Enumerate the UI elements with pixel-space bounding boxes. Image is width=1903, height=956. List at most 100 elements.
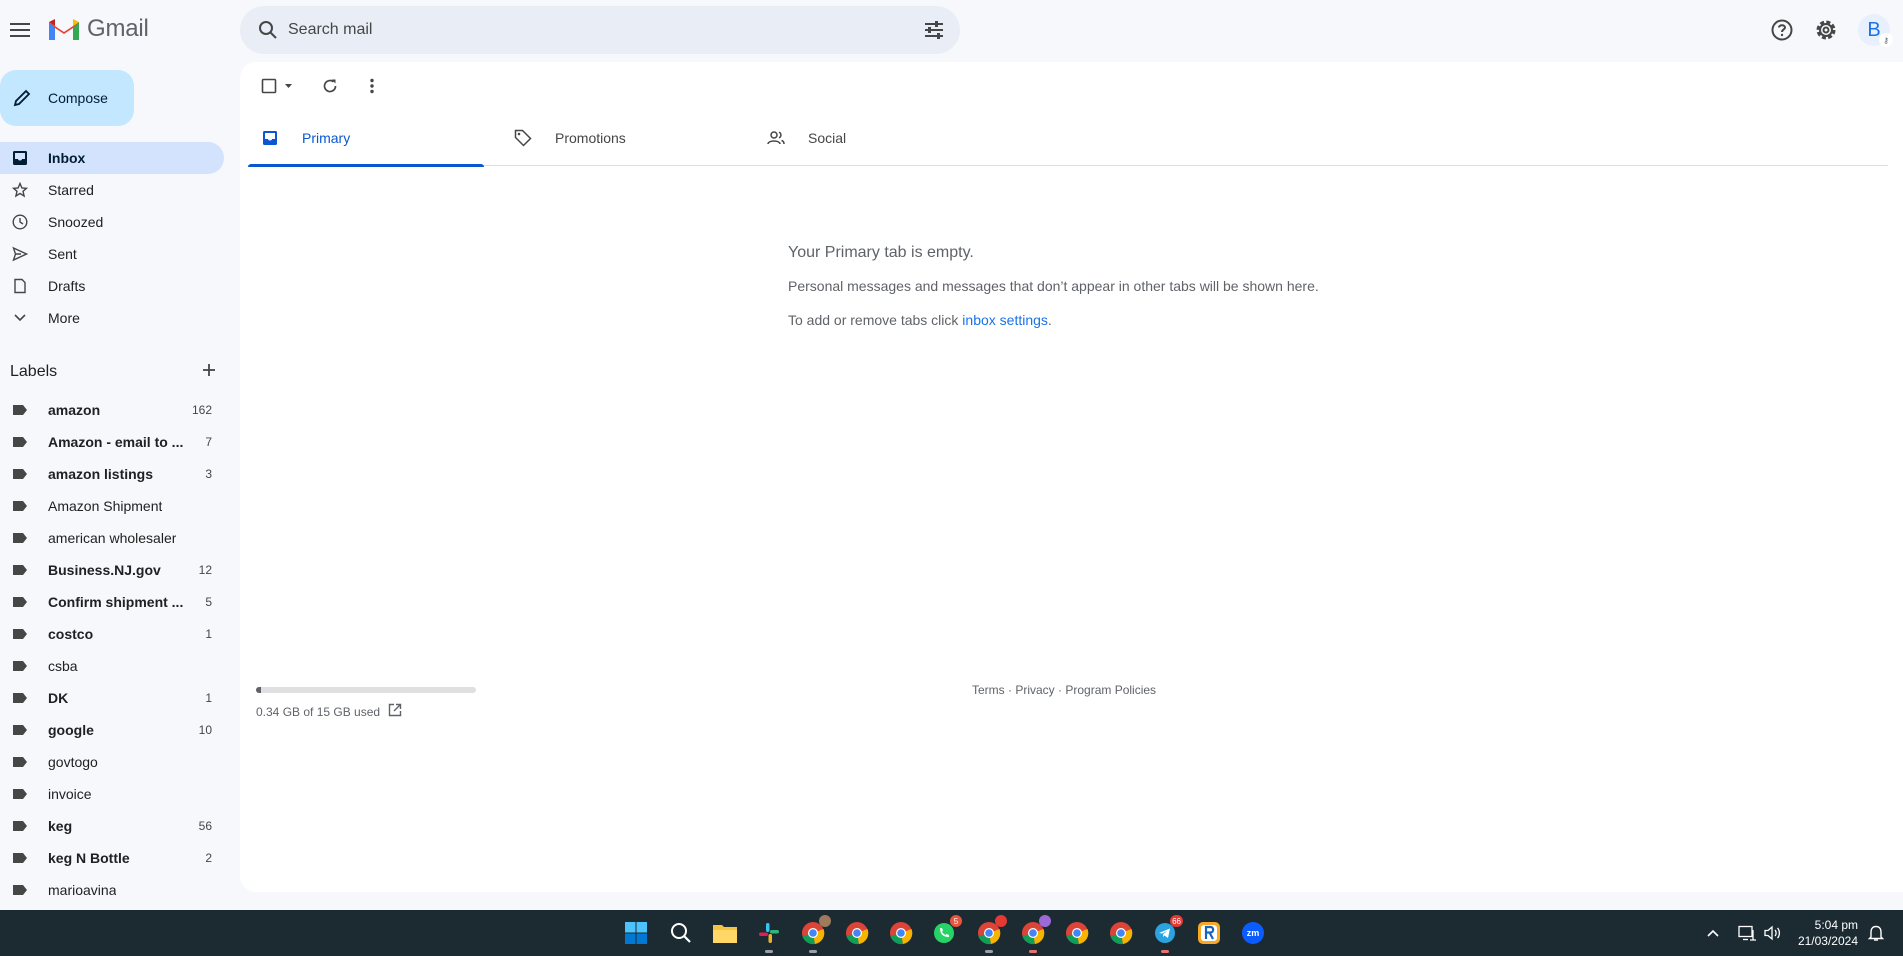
network-icon[interactable]	[1738, 910, 1756, 956]
clock-date: 21/03/2024	[1797, 934, 1858, 948]
nav-item-inbox[interactable]: Inbox	[0, 142, 224, 174]
nav-item-starred[interactable]: Starred	[0, 174, 224, 206]
label-item[interactable]: keg N Bottle 2	[0, 842, 224, 874]
label-item[interactable]: Confirm shipment ... 5	[0, 586, 224, 618]
chrome-icon[interactable]	[1019, 915, 1051, 953]
label-item[interactable]: Amazon - email to ... 7	[0, 426, 224, 458]
inbox-settings-link[interactable]: inbox settings	[962, 312, 1048, 328]
windows-start-icon[interactable]	[622, 919, 650, 947]
label-count: 10	[198, 723, 212, 737]
add-label-plus-icon[interactable]	[202, 363, 216, 382]
label-tag-icon	[10, 596, 30, 608]
label-item[interactable]: costco 1	[0, 618, 224, 650]
main-menu-button[interactable]	[6, 10, 34, 50]
nav-label: Sent	[48, 246, 77, 262]
label-item[interactable]: Amazon Shipment	[0, 490, 224, 522]
whatsapp-icon[interactable]: 5	[930, 915, 962, 947]
taskbar-search-icon[interactable]	[667, 919, 695, 947]
label-tag-icon	[10, 820, 30, 832]
tab-promotions[interactable]: Promotions	[501, 110, 737, 166]
label-name: Amazon - email to ...	[48, 434, 184, 450]
empty-heading: Your Primary tab is empty.	[788, 244, 974, 261]
label-item[interactable]: Business.NJ.gov 12	[0, 554, 224, 586]
search-options-icon[interactable]	[922, 18, 946, 42]
mail-toolbar	[240, 62, 1903, 110]
star-icon	[10, 182, 30, 198]
more-options-icon[interactable]	[358, 72, 386, 100]
chrome-icon[interactable]	[1063, 919, 1091, 947]
label-tag-icon	[10, 852, 30, 864]
profile-badge	[1039, 915, 1051, 927]
top-bar: Gmail B ⚷	[0, 0, 1903, 60]
label-count: 7	[205, 435, 212, 449]
label-count: 12	[198, 563, 212, 577]
tab-label: Social	[808, 130, 847, 146]
nav-label: Starred	[48, 182, 94, 198]
show-hidden-icons-chevron-icon[interactable]	[1706, 910, 1720, 956]
terms-link[interactable]: Terms	[972, 683, 1005, 697]
label-count: 1	[205, 691, 212, 705]
notification-bell-icon[interactable]	[1868, 910, 1884, 956]
select-all-checkbox[interactable]	[258, 72, 298, 100]
chrome-icon[interactable]	[1107, 919, 1135, 947]
app-name: Gmail	[87, 15, 149, 42]
nav-item-sent[interactable]: Sent	[0, 238, 224, 270]
running-indicator	[1161, 950, 1169, 953]
chrome-icon[interactable]	[975, 915, 1007, 953]
volume-icon[interactable]	[1764, 910, 1782, 956]
chrome-icon[interactable]	[799, 915, 831, 953]
tab-social[interactable]: Social	[754, 110, 990, 166]
whatsapp-badge: 5	[950, 915, 962, 927]
refresh-icon[interactable]	[316, 72, 344, 100]
label-item[interactable]: american wholesaler	[0, 522, 224, 554]
r-app-icon[interactable]	[1195, 919, 1223, 947]
label-item[interactable]: invoice	[0, 778, 224, 810]
label-item[interactable]: csba	[0, 650, 224, 682]
label-count: 3	[205, 467, 212, 481]
label-tag-icon	[10, 884, 30, 896]
label-name: google	[48, 722, 94, 738]
tag-icon	[513, 129, 533, 147]
label-item[interactable]: marioavina	[0, 874, 224, 906]
file-explorer-icon[interactable]	[711, 919, 739, 947]
label-item[interactable]: google 10	[0, 714, 224, 746]
gmail-logo[interactable]: Gmail	[47, 15, 149, 43]
nav-item-more[interactable]: More	[0, 302, 224, 334]
storage-meter: 0.34 GB of 15 GB used	[256, 687, 486, 720]
draft-icon	[10, 278, 30, 294]
help-icon[interactable]	[1766, 14, 1798, 46]
category-tabs: Primary Promotions Social	[248, 110, 1888, 167]
slack-icon[interactable]	[755, 919, 783, 953]
privacy-link[interactable]: Privacy	[1015, 683, 1054, 697]
label-item[interactable]: amazon 162	[0, 394, 224, 426]
chevron-down-icon	[10, 313, 30, 323]
program-policies-link[interactable]: Program Policies	[1065, 683, 1156, 697]
profile-badge	[995, 915, 1007, 927]
label-item[interactable]: keg 56	[0, 810, 224, 842]
search-bar[interactable]	[240, 6, 960, 54]
zoom-icon[interactable]: zm	[1239, 919, 1267, 947]
label-item[interactable]: amazon listings 3	[0, 458, 224, 490]
zoom-label: zm	[1246, 928, 1260, 938]
nav-item-drafts[interactable]: Drafts	[0, 270, 224, 302]
taskbar-clock[interactable]: 5:04 pm 21/03/2024	[1792, 917, 1858, 949]
search-icon[interactable]	[252, 14, 284, 46]
label-item[interactable]: govtogo	[0, 746, 224, 778]
label-item[interactable]: DK 1	[0, 682, 224, 714]
account-key-icon: ⚷	[1879, 33, 1893, 47]
running-indicator	[765, 950, 773, 953]
account-avatar[interactable]: B ⚷	[1858, 14, 1893, 47]
label-count: 1	[205, 627, 212, 641]
chrome-icon[interactable]	[887, 919, 915, 947]
label-tag-icon	[10, 532, 30, 544]
tab-primary[interactable]: Primary	[248, 110, 484, 167]
search-input[interactable]	[288, 21, 888, 39]
nav-item-snoozed[interactable]: Snoozed	[0, 206, 224, 238]
footer-separator: ·	[1054, 683, 1066, 697]
settings-gear-icon[interactable]	[1810, 14, 1842, 46]
open-external-icon[interactable]	[388, 703, 402, 720]
checkbox-dropdown-icon	[261, 78, 292, 94]
telegram-icon[interactable]: 66	[1151, 915, 1183, 953]
compose-button[interactable]: Compose	[0, 70, 134, 126]
chrome-icon[interactable]	[843, 919, 871, 947]
